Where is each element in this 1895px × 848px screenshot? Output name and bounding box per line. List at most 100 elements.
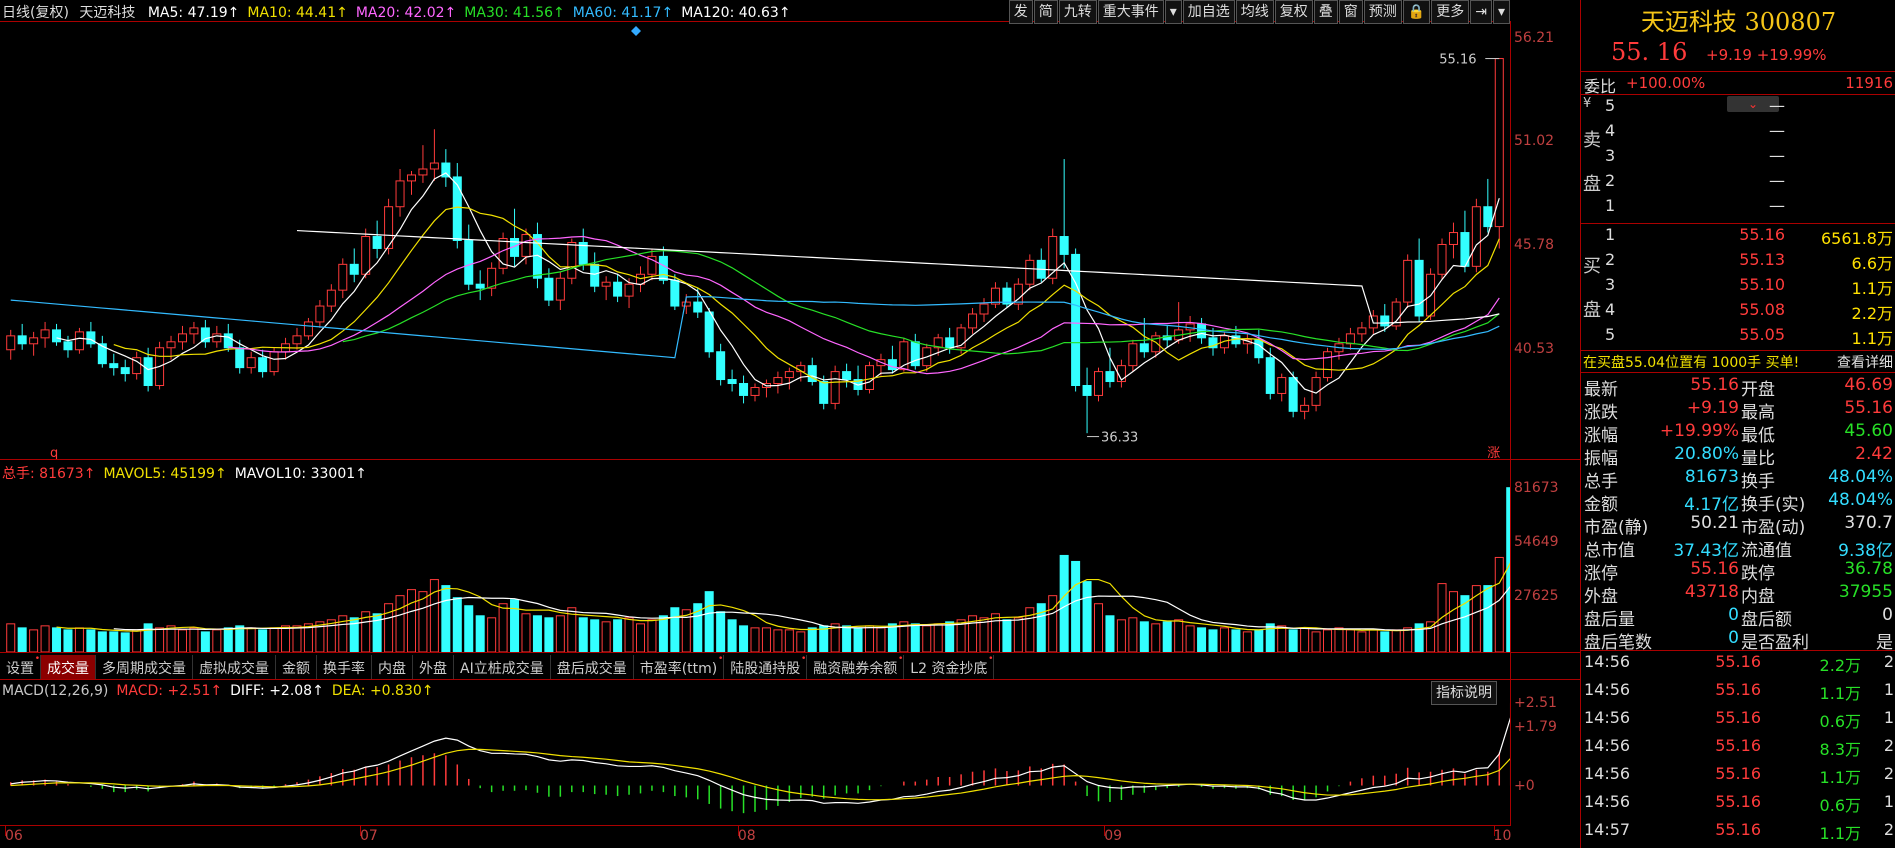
toolbar-button[interactable]: 重大事件 — [1097, 0, 1164, 24]
period-label[interactable]: 日线(复权) — [2, 5, 69, 21]
toolbar-button[interactable]: 窗 — [1338, 0, 1363, 24]
volume-chart[interactable] — [0, 481, 1510, 652]
buy-book-row[interactable]: 2 55.13 6.6万 — [1605, 250, 1895, 273]
volume-bar — [750, 627, 760, 652]
indicator-tab[interactable]: 盘后成交量 — [551, 655, 634, 679]
toolbar-button[interactable]: 均线 — [1235, 0, 1274, 24]
yen-icon: ¥ — [1583, 96, 1592, 111]
view-detail-link[interactable]: 查看详细 — [1837, 352, 1893, 372]
indicator-tab[interactable]: 市盈率(ttm) • — [634, 655, 725, 679]
toolbar-button[interactable]: ▾ — [1492, 0, 1510, 24]
candle — [29, 331, 39, 356]
indicator-tab[interactable]: L2 资金抄底 • — [904, 655, 995, 679]
volume-panel-bottom-border — [0, 652, 1580, 653]
indicator-tab[interactable]: 设置 • — [0, 655, 41, 679]
volume-bar — [246, 627, 256, 652]
toolbar-button[interactable]: 叠 — [1313, 0, 1338, 24]
stats-row: 振幅 20.80% 量比 2.42 — [1581, 444, 1895, 469]
indicator-tab[interactable]: 陆股通持股 • — [724, 655, 808, 679]
toolbar-button[interactable]: 简 — [1033, 0, 1058, 24]
indicator-tab[interactable]: 金额 — [276, 655, 317, 679]
candle — [475, 270, 485, 301]
price-axis-label: 40.53 — [1514, 341, 1555, 358]
volume-bar — [97, 631, 107, 652]
indicator-tab[interactable]: 虚拟成交量 — [193, 655, 276, 679]
sell-book-row[interactable]: 3— — [1605, 146, 1895, 168]
sell-book-row[interactable]: 1— — [1605, 196, 1895, 218]
macd-chart[interactable] — [0, 700, 1510, 825]
candle — [120, 359, 130, 382]
toolbar-button[interactable]: ▾ — [1164, 0, 1182, 24]
buy-book-row[interactable]: 5 55.05 1.1万 — [1605, 325, 1895, 348]
quote-panel: 天迈科技 300807 55. 16 +9.19 +19.99% 委比 +100… — [1580, 0, 1895, 848]
indicator-tabs: 设置 • 成交量 多周期成交量 虚拟成交量 金额 换手率 内盘 外盘 AI立桩成交量 盘后成交量 市盈… — [0, 655, 995, 679]
month-label: 06 — [5, 828, 23, 844]
dea-line — [10, 748, 1510, 801]
sell-book-row[interactable]: 5— — [1605, 96, 1895, 118]
volume-bar — [1494, 556, 1504, 652]
volume-bar — [1116, 619, 1126, 652]
tab-label: 换手率 — [323, 661, 365, 677]
toolbar-button[interactable]: 发 — [1008, 0, 1033, 24]
volume-bar — [429, 579, 439, 652]
toolbar-button[interactable]: 🔒 — [1402, 0, 1431, 24]
volume-bar — [887, 623, 897, 652]
buy-book-row[interactable]: 1 55.16 6561.8万 — [1605, 225, 1895, 248]
indicator-tab[interactable]: 换手率 — [317, 655, 372, 679]
candle — [864, 361, 875, 394]
buy-book-row[interactable]: 3 55.10 1.1万 — [1605, 275, 1895, 298]
stat-value: 50.21 — [1690, 513, 1739, 533]
stat-value: 37.43亿 — [1673, 541, 1739, 561]
stat-value: 9.38亿 — [1838, 541, 1893, 561]
volume-bar — [704, 591, 714, 652]
candle — [750, 383, 760, 402]
candle — [693, 288, 703, 318]
indicator-tab[interactable]: 成交量 — [41, 655, 96, 679]
volume-bar — [761, 627, 771, 652]
bid-volume: 1.1万 — [1851, 279, 1893, 298]
stats-row: 涨幅 +19.99% 最低 45.60 — [1581, 421, 1895, 446]
tick-volume: 2.2万 — [1819, 656, 1861, 675]
indicator-tab[interactable]: AI立桩成交量 — [454, 655, 551, 679]
candle — [601, 276, 611, 301]
indicator-tab[interactable]: 外盘 — [413, 655, 454, 679]
indicator-tab[interactable]: 内盘 — [372, 655, 413, 679]
price-axis-label: 56.21 — [1514, 29, 1555, 46]
candle — [830, 365, 840, 410]
toolbar-button[interactable]: 九转 — [1058, 0, 1097, 24]
tick-count: 1 — [1883, 792, 1894, 811]
sell-book-row[interactable]: 4— — [1605, 121, 1895, 143]
bid-price: 55.16 — [1739, 225, 1785, 244]
candlestick-chart[interactable]: 55.16 36.33 涨 q — [0, 22, 1510, 459]
sell-book-row[interactable]: 2— — [1605, 171, 1895, 193]
volume-axis-label: 27625 — [1514, 588, 1559, 605]
indicator-tab[interactable]: 融资融券余额 • — [807, 655, 905, 679]
volume-bar — [819, 625, 829, 652]
volume-bar — [727, 619, 737, 652]
stat-value: +9.19 — [1686, 398, 1739, 418]
tick-row: 14:56 55.16 1.1万 1 — [1581, 680, 1895, 708]
indicator-tab[interactable]: 多周期成交量 — [96, 655, 193, 679]
toolbar-button[interactable]: 预测 — [1363, 0, 1402, 24]
volume-bar — [807, 627, 817, 652]
ma-legend: MA5: 47.19↑ MA10: 44.41↑ MA20: 42.02↑ MA30:… — [148, 5, 799, 21]
chart-area[interactable]: 日线(复权) 天迈科技 MA5: 47.19↑ MA10: 44.41↑ MA20:… — [0, 0, 1580, 848]
divider — [1581, 350, 1895, 351]
tab-label: 虚拟成交量 — [199, 661, 269, 677]
volume-bar — [1323, 629, 1333, 652]
volume-bar — [223, 627, 233, 652]
candle — [819, 375, 829, 410]
candle — [1323, 347, 1333, 382]
tab-label: AI立桩成交量 — [460, 661, 544, 677]
toolbar-button[interactable]: ⇥ — [1470, 0, 1492, 24]
toolbar-button[interactable]: 加自选 — [1182, 0, 1235, 24]
volume-bar — [143, 623, 153, 652]
toolbar-button[interactable]: 复权 — [1274, 0, 1313, 24]
macd-axis-label: +0 — [1514, 777, 1535, 794]
volume-bar — [281, 625, 291, 652]
toolbar-button[interactable]: 更多 — [1431, 0, 1470, 24]
level-label: 2 — [1605, 250, 1616, 269]
buy-book-row[interactable]: 4 55.08 2.2万 — [1605, 300, 1895, 323]
event-diamond-icon[interactable] — [631, 26, 641, 36]
candle — [979, 298, 989, 322]
